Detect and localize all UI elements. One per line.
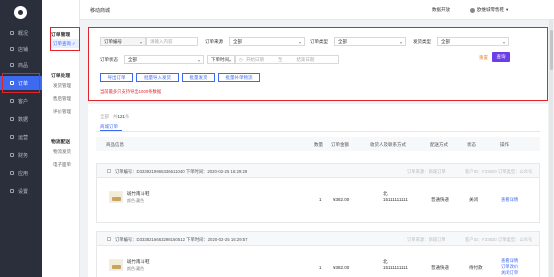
product-name[interactable]: 斑竹南斗鞋 — [127, 191, 150, 197]
order-dealer: 客户ID：F33820 订单类型：公众号 — [465, 236, 533, 242]
column-header: 数量 — [314, 142, 323, 147]
rail-item-store[interactable]: 店铺 — [0, 42, 42, 56]
order-card: 订单编号：D3338216663298160512 下单时间：2020-02-2… — [96, 231, 540, 277]
help-link[interactable]: 数据开放 — [432, 7, 450, 13]
customers-icon — [10, 99, 14, 103]
tab-count-suffix: 条 — [125, 114, 130, 119]
rail-item-finance[interactable]: 财务 — [0, 148, 42, 162]
view-detail-link[interactable]: 查看详情 — [501, 197, 518, 203]
highlight-frame — [88, 27, 548, 101]
rail-item-label: 数据 — [18, 116, 29, 123]
product-spec: 颜色:藏色 — [127, 198, 145, 203]
goods-icon — [10, 63, 14, 67]
order-number: 订单编号：D3338216663298160512 下单时间：2020-02-2… — [115, 236, 248, 242]
receiver-phone: 15111111111 — [383, 197, 408, 202]
product-thumbnail — [109, 259, 123, 271]
scrollbar-thumb[interactable] — [549, 30, 553, 70]
order-status: 待付款 — [469, 265, 483, 270]
submenu-item-waybill[interactable]: 电子面单 — [53, 162, 71, 168]
rail-item-label: 店铺 — [18, 46, 29, 53]
rail-item-label: 客户 — [18, 98, 29, 105]
delivery-method: 普通快递 — [431, 265, 449, 270]
order-checkbox[interactable] — [107, 169, 111, 173]
left-rail: 概况 店铺 商品 订单 客户 数据 运营 财务 应用 设置 — [0, 0, 42, 277]
order-card: 订单编号：D3339219965336611040 下单时间：2020-02-2… — [96, 163, 540, 223]
data-icon — [10, 117, 14, 121]
order-amount: ¥382.00 — [333, 265, 350, 270]
highlight-frame — [50, 27, 80, 51]
receiver-phone: 15111111111 — [383, 265, 408, 270]
column-header: 收货人及联系方式 — [370, 142, 406, 147]
submenu-item-aftersales[interactable]: 售后管理 — [53, 96, 71, 102]
submenu-section-title: 订单处理 — [51, 74, 71, 79]
rail-item-settings[interactable]: 设置 — [0, 184, 42, 198]
order-checkbox[interactable] — [107, 237, 111, 241]
rail-item-data[interactable]: 数据 — [0, 112, 42, 126]
submenu-item-reviews[interactable]: 评价管理 — [53, 109, 71, 115]
overview-icon — [10, 31, 14, 35]
column-header: 商品信息 — [106, 142, 124, 147]
scrollbar[interactable] — [549, 20, 553, 277]
logo-icon[interactable] — [14, 6, 27, 19]
rail-item-label: 运营 — [18, 134, 29, 141]
rail-item-label: 商品 — [18, 62, 29, 69]
product-spec: 颜色:藏色 — [127, 266, 145, 271]
apps-icon — [10, 171, 14, 175]
rail-item-apps[interactable]: 应用 — [0, 166, 42, 180]
tab-all[interactable]: 全部 共121条 — [100, 114, 130, 120]
settings-icon — [10, 189, 14, 193]
submenu-section-title: 物流配送 — [51, 140, 71, 145]
rail-item-goods[interactable]: 商品 — [0, 58, 42, 72]
user-name: 欧维城零售鞋 — [477, 7, 504, 12]
submenu-item-shipping[interactable]: 发货管理 — [53, 83, 71, 89]
rail-item-label: 概况 — [18, 30, 29, 37]
rail-item-label: 财务 — [18, 152, 29, 159]
order-amount: ¥382.00 — [333, 197, 350, 202]
divider — [96, 131, 540, 132]
product-name[interactable]: 斑竹南斗鞋 — [127, 259, 150, 265]
finance-icon — [10, 153, 14, 157]
order-qty: 1 — [319, 265, 322, 270]
submenu-item-logistics[interactable]: 物流发货 — [53, 149, 71, 155]
highlight-frame — [2, 73, 40, 93]
delivery-method: 普通快递 — [431, 197, 449, 202]
column-header: 订单金额 — [331, 142, 349, 147]
user-menu[interactable]: 欧维城零售鞋 ▾ — [470, 7, 508, 13]
order-source: 订单来源：商城订单 — [407, 168, 446, 174]
column-header: 配送方式 — [430, 142, 448, 147]
store-icon — [10, 47, 14, 51]
order-qty: 1 — [319, 197, 322, 202]
order-source: 订单来源：商城订单 — [407, 236, 446, 242]
avatar — [470, 7, 475, 13]
rail-item-operations[interactable]: 运营 — [0, 130, 42, 144]
tab-count: 121 — [117, 114, 126, 119]
page-title: 移动商城 — [90, 8, 111, 14]
rail-item-label: 设置 — [18, 188, 29, 195]
rail-item-overview[interactable]: 概况 — [0, 26, 42, 40]
chevron-down-icon: ▾ — [506, 7, 509, 12]
order-dealer: 客户ID：F33820 订单类型：公众号 — [465, 168, 533, 174]
operations-icon — [10, 135, 14, 139]
top-header: 移动商城 数据开放 欧维城零售鞋 ▾ — [80, 0, 554, 20]
product-thumbnail — [109, 191, 123, 203]
tab-label: 全部 — [100, 114, 109, 119]
close-order-link[interactable]: 关闭订单 — [501, 270, 518, 276]
rail-item-label: 应用 — [18, 170, 29, 177]
column-header: 状态 — [467, 142, 476, 147]
rail-item-customers[interactable]: 客户 — [0, 94, 42, 108]
order-status: 关闭 — [469, 197, 478, 202]
column-header: 操作 — [500, 142, 509, 147]
order-number: 订单编号：D3339219965336611040 下单时间：2020-02-2… — [115, 168, 248, 174]
